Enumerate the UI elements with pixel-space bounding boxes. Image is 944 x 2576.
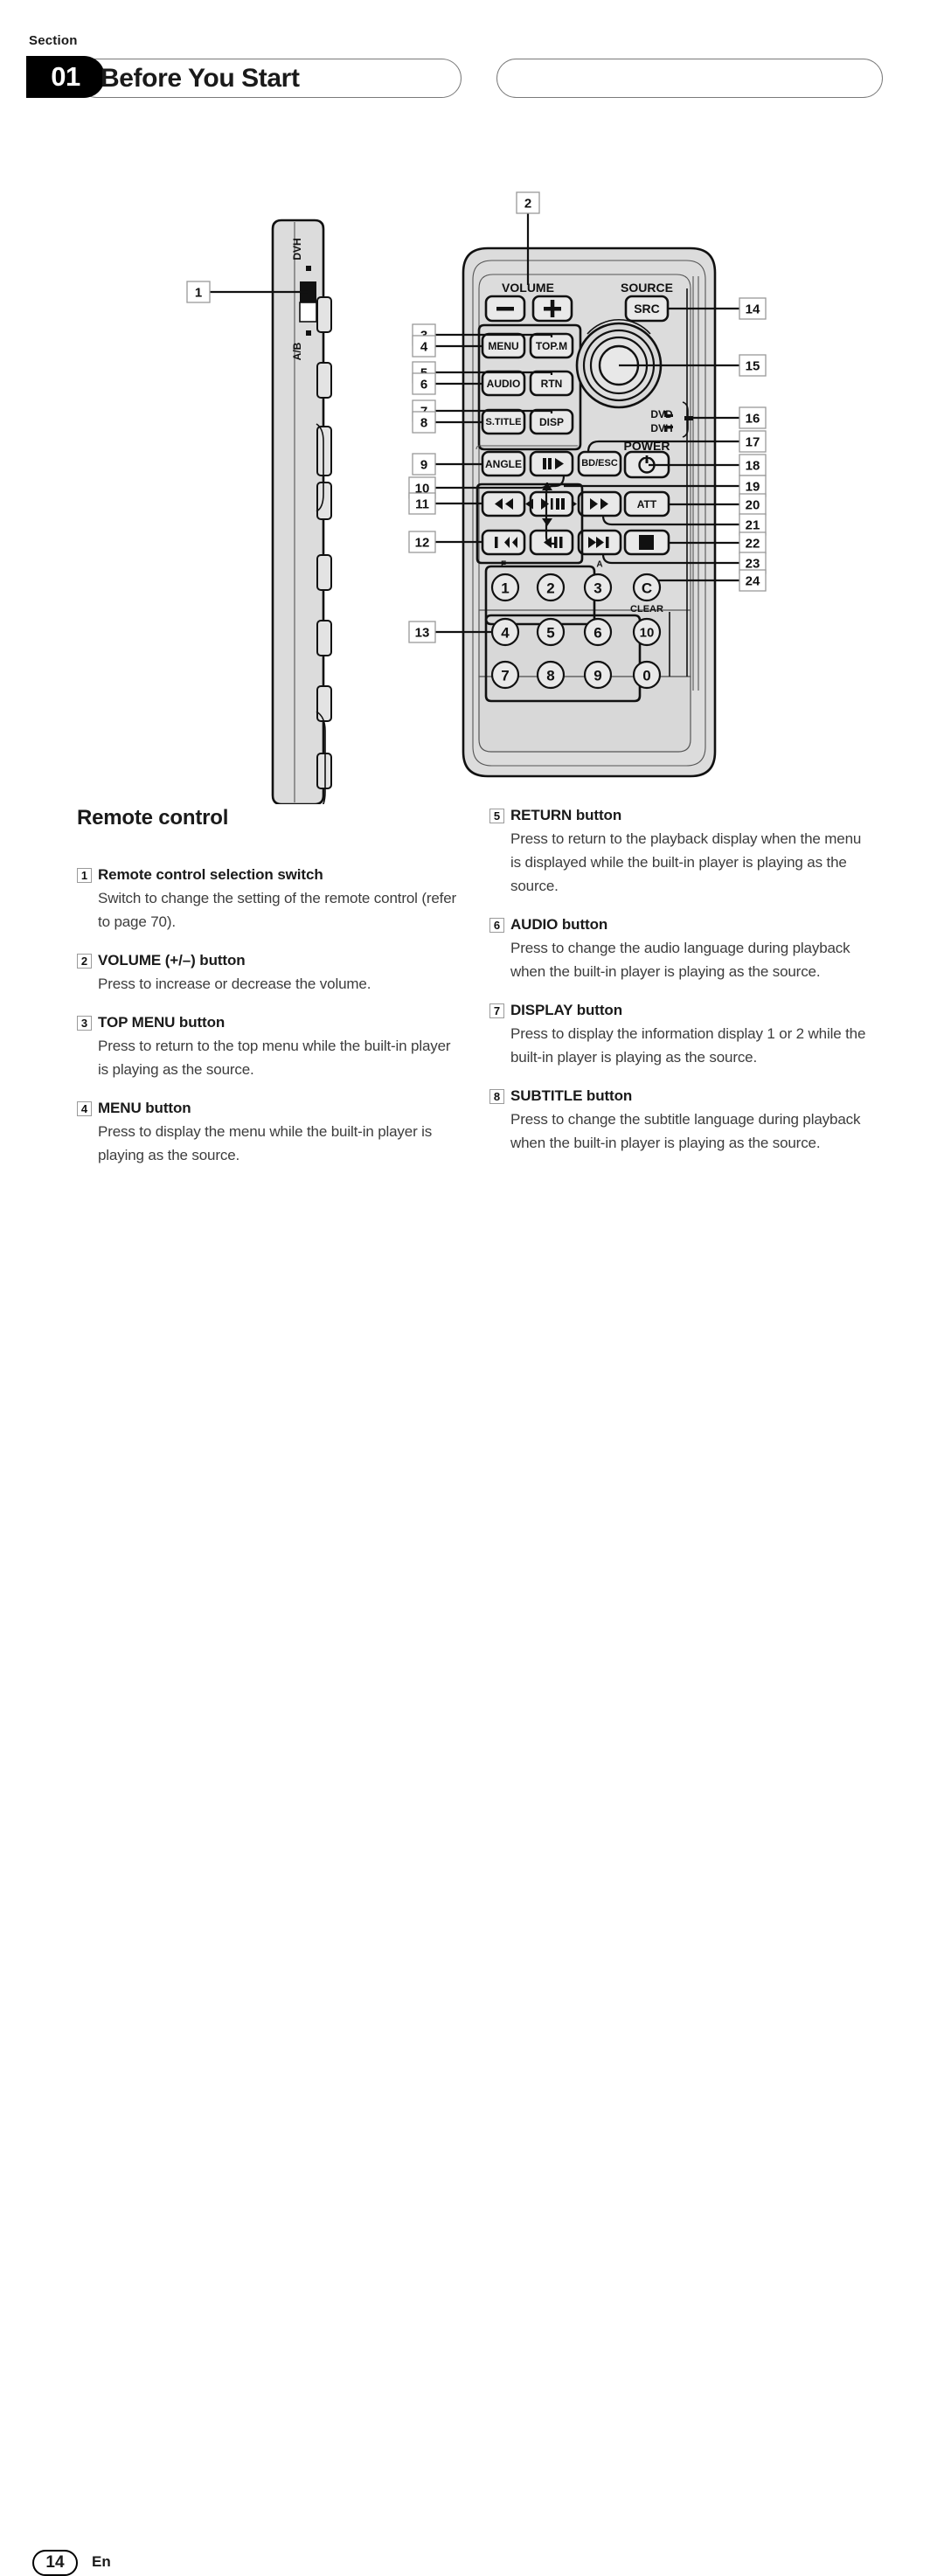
- callout-22: 22: [746, 537, 760, 552]
- callout-11: 11: [415, 497, 429, 512]
- figure-svg: .ln { stroke:#111; stroke-width:2.2; fil…: [186, 191, 767, 814]
- callout-6: 6: [420, 378, 427, 392]
- list-item: 1 Remote control selection switch Switch…: [77, 865, 462, 934]
- page-number: 14: [45, 2553, 65, 2572]
- entry-number: 8: [489, 1089, 504, 1104]
- callout-14: 14: [746, 302, 760, 317]
- entry-number: 7: [489, 1003, 504, 1018]
- callout-20: 20: [746, 498, 760, 513]
- key-5: 5: [546, 625, 554, 642]
- key-10: 10: [640, 626, 655, 641]
- callout-4: 4: [420, 340, 428, 355]
- callout-18: 18: [746, 459, 760, 474]
- entry-title: Remote control selection switch: [98, 866, 323, 883]
- menu-button-label: MENU: [488, 340, 518, 352]
- entry-number: 4: [77, 1101, 92, 1116]
- remote-control-heading: Remote control: [77, 806, 229, 830]
- entry-title: DISPLAY button: [510, 1002, 622, 1018]
- entry-number: 3: [77, 1016, 92, 1031]
- key-3: 3: [593, 580, 601, 597]
- audio-button-label: AUDIO: [487, 378, 521, 390]
- callout-23: 23: [746, 557, 760, 572]
- source-label: SOURCE: [621, 281, 673, 295]
- key-9: 9: [593, 668, 601, 684]
- list-item: 3 TOP MENU button Press to return to the…: [77, 1013, 462, 1081]
- callout-12: 12: [415, 536, 430, 551]
- stop-icon: [639, 535, 654, 550]
- stitle-button-label: S.TITLE: [486, 417, 522, 427]
- key-1: 1: [501, 580, 509, 597]
- entry-title: RETURN button: [510, 807, 622, 823]
- key-0: 0: [642, 668, 650, 684]
- entry-body: Switch to change the setting of the remo…: [98, 890, 457, 930]
- page-footer: 14 En: [0, 1272, 944, 2576]
- entry-title: VOLUME (+/–) button: [98, 952, 246, 969]
- entry-body: Press to change the audio language durin…: [510, 940, 850, 980]
- list-item: 6 AUDIO button Press to change the audio…: [489, 915, 874, 983]
- src-button-label: SRC: [634, 302, 660, 316]
- list-item: 7 DISPLAY button Press to display the in…: [489, 1001, 874, 1069]
- entry-number: 6: [489, 918, 504, 933]
- key-6: 6: [593, 625, 601, 642]
- section-label: Section: [29, 33, 78, 48]
- entry-body: Press to display the menu while the buil…: [98, 1123, 433, 1163]
- key-clear: C: [642, 580, 652, 597]
- a-label: A: [596, 560, 602, 570]
- bdesc-button-label: BD/ESC: [581, 458, 618, 469]
- switch-label-dvh: DVH: [291, 238, 303, 260]
- list-item: 2 VOLUME (+/–) button Press to increase …: [77, 951, 462, 996]
- entry-body: Press to increase or decrease the volume…: [98, 976, 371, 992]
- att-button-label: ATT: [637, 498, 657, 510]
- key-7: 7: [501, 668, 509, 684]
- header-bar-right-outline: [496, 59, 883, 98]
- key-4: 4: [501, 625, 510, 642]
- switch-label-ab: A/B: [291, 342, 303, 360]
- callout-13: 13: [415, 626, 430, 641]
- remote-control-figure: .ln { stroke:#111; stroke-width:2.2; fil…: [0, 122, 944, 814]
- angle-button-label: ANGLE: [485, 458, 522, 470]
- disp-button-label: DISP: [539, 416, 564, 428]
- section-number: 01: [51, 61, 80, 92]
- callout-21: 21: [746, 518, 760, 533]
- entry-body: Press to change the subtitle language du…: [510, 1111, 861, 1151]
- left-text-column: 1 Remote control selection switch Switch…: [77, 865, 462, 1184]
- entry-number: 1: [77, 868, 92, 883]
- language-code: En: [92, 2553, 111, 2570]
- entry-title: AUDIO button: [510, 916, 608, 933]
- topmenu-button-label: TOP.M: [536, 340, 567, 352]
- page-header: Section 01 Before You Start: [0, 0, 944, 114]
- clear-label: CLEAR: [630, 604, 663, 614]
- callout-9: 9: [420, 458, 427, 473]
- head-unit-side-view: DVH A/B 1: [186, 219, 332, 814]
- section-number-pill: 01: [26, 56, 105, 98]
- remote-control-body: VOLUME SOURCE SRC MENU TOP.M AUDIO RTN S…: [462, 246, 717, 778]
- key-8: 8: [546, 668, 554, 684]
- entry-number: 2: [77, 954, 92, 969]
- page-title: Before You Start: [101, 64, 300, 93]
- entry-body: Press to return to the top menu while th…: [98, 1038, 451, 1078]
- page-number-pill: 14: [32, 2550, 78, 2576]
- list-item: 8 SUBTITLE button Press to change the su…: [489, 1087, 874, 1155]
- list-item: 5 RETURN button Press to return to the p…: [489, 806, 874, 898]
- key-2: 2: [546, 580, 554, 597]
- callout-19: 19: [746, 480, 760, 495]
- f-label: F: [501, 560, 506, 570]
- callout-8: 8: [420, 416, 427, 431]
- list-item: 4 MENU button Press to display the menu …: [77, 1099, 462, 1167]
- callout-1: 1: [195, 286, 202, 301]
- callout-24: 24: [746, 574, 760, 589]
- callout-16: 16: [746, 412, 760, 427]
- right-text-column: 5 RETURN button Press to return to the p…: [489, 806, 874, 1172]
- callout-2: 2: [524, 197, 531, 212]
- entry-body: Press to return to the playback display …: [510, 830, 862, 894]
- entry-title: MENU button: [98, 1100, 191, 1116]
- entry-title: SUBTITLE button: [510, 1087, 633, 1104]
- callout-15: 15: [746, 359, 760, 374]
- entry-number: 5: [489, 809, 504, 823]
- entry-title: TOP MENU button: [98, 1014, 226, 1031]
- callout-17: 17: [746, 435, 760, 450]
- rtn-button-label: RTN: [541, 378, 563, 390]
- entry-body: Press to display the information display…: [510, 1025, 866, 1066]
